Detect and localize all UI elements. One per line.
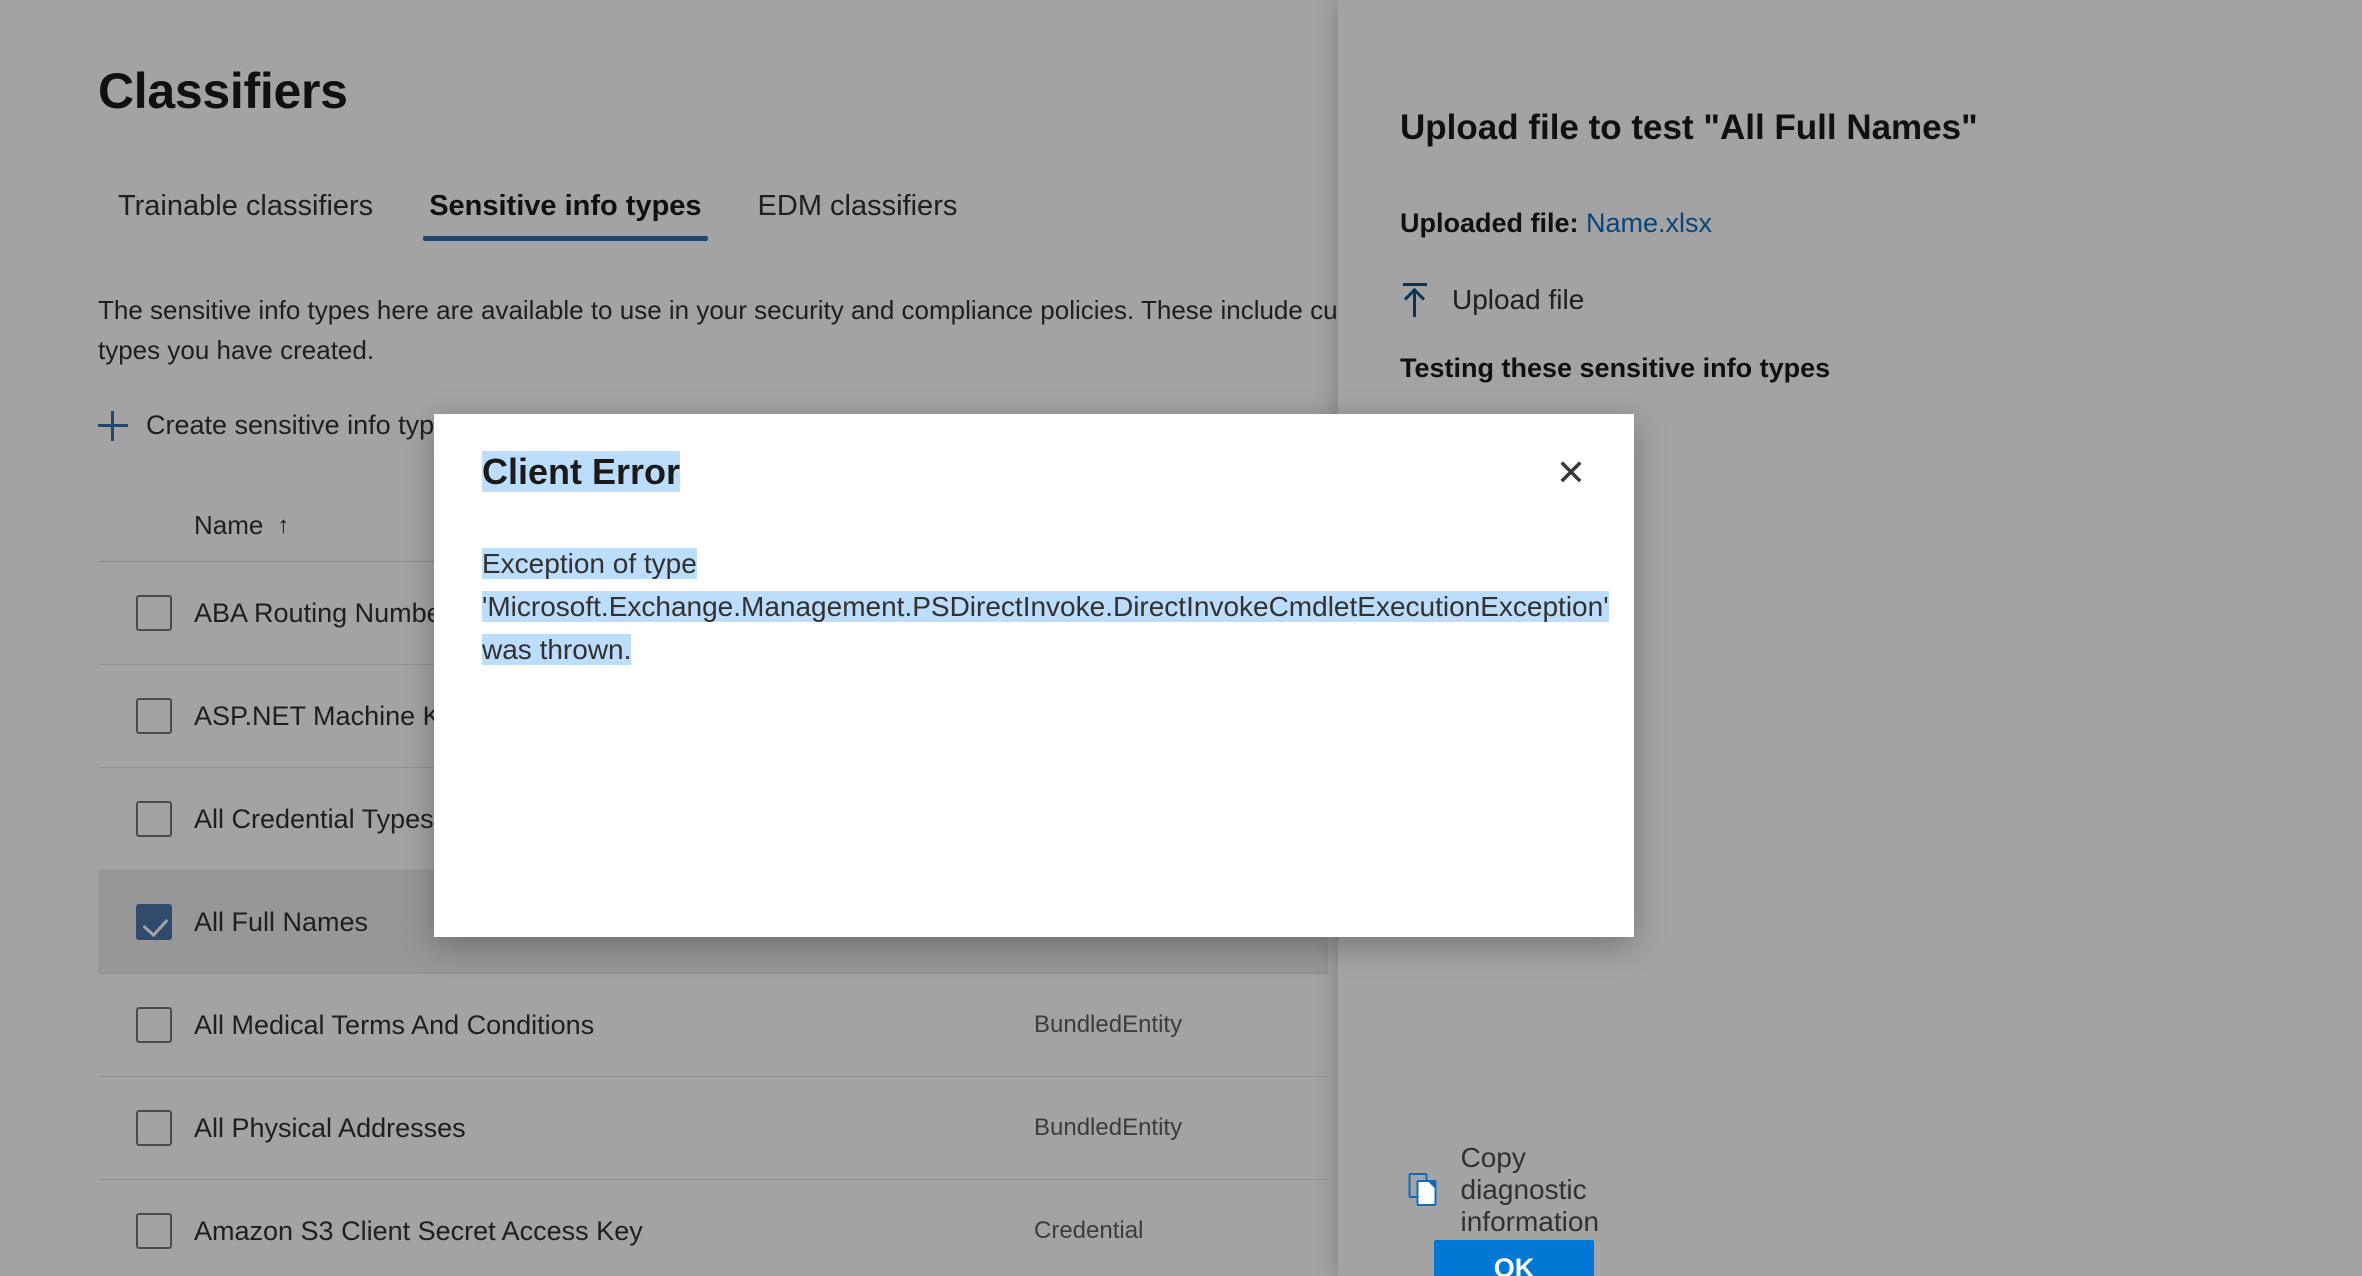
copy-icon: [1408, 1173, 1439, 1207]
close-icon[interactable]: ✕: [1542, 444, 1600, 502]
dialog-message: Exception of type 'Microsoft.Exchange.Ma…: [482, 542, 1609, 671]
dialog-message-line-3: was thrown.: [482, 634, 632, 665]
copy-diagnostic-information-label: Copy diagnostic information: [1460, 1142, 1600, 1237]
dialog-message-line-1: Exception of type: [482, 548, 697, 579]
dialog-title: Client Error: [482, 451, 681, 493]
app-root: Classifiers Trainable classifiers Sensit…: [0, 0, 2362, 1276]
dialog-title-text: Client Error: [482, 451, 681, 492]
dialog-message-line-2: 'Microsoft.Exchange.Management.PSDirectI…: [482, 591, 1609, 622]
client-error-dialog: Client Error ✕ Exception of type 'Micros…: [434, 414, 1634, 1276]
ok-button[interactable]: OK: [1434, 1240, 1594, 1276]
copy-diagnostic-information-button[interactable]: Copy diagnostic information: [1408, 1142, 1600, 1238]
